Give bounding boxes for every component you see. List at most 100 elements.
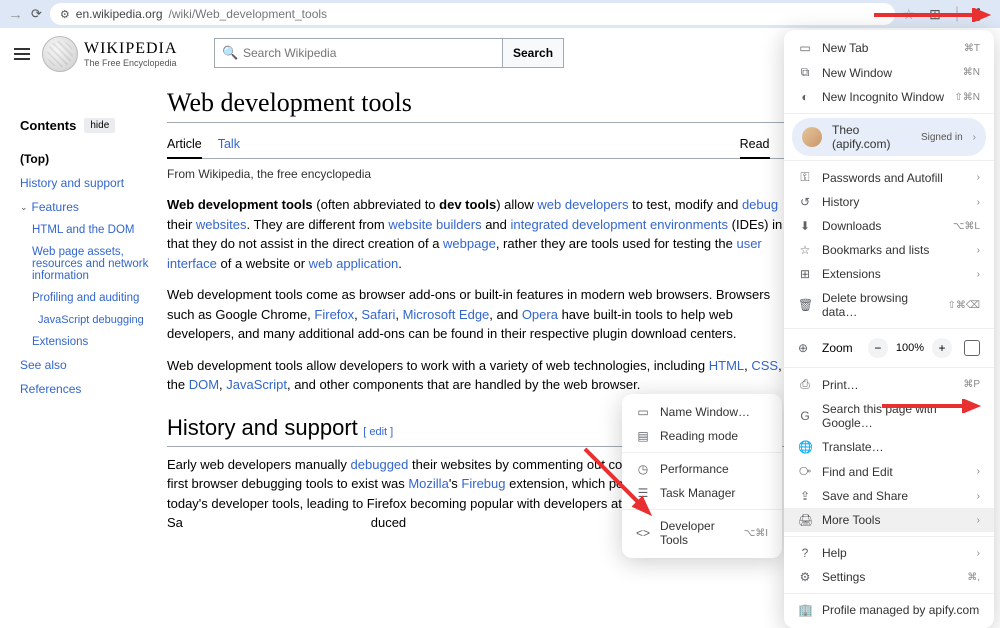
- para-1: Web development tools (often abbreviated…: [167, 195, 792, 273]
- edit-section-link[interactable]: [ edit ]: [363, 426, 393, 438]
- link-css[interactable]: CSS: [751, 358, 778, 373]
- menu-account[interactable]: Theo (apify.com) Signed in ›: [792, 118, 986, 156]
- chrome-main-menu: ▭New Tab⌘T ⧉New Window⌘N ◐New Incognito …: [784, 30, 994, 628]
- link-html[interactable]: HTML: [709, 358, 744, 373]
- toc-history[interactable]: History and support: [20, 171, 157, 195]
- share-icon: ⇪: [798, 489, 812, 503]
- toc-features[interactable]: ⌄ Features: [20, 195, 157, 219]
- link-webpage[interactable]: webpage: [443, 236, 496, 251]
- tab-read[interactable]: Read: [740, 131, 770, 159]
- menu-save-share[interactable]: ⇪Save and Share›: [784, 484, 994, 508]
- zoom-out-button[interactable]: −: [868, 338, 888, 358]
- link-mozilla[interactable]: Mozilla: [408, 476, 448, 491]
- tools-icon: 🖨: [798, 513, 812, 527]
- menu-zoom: ⊕Zoom − 100% +: [784, 333, 994, 363]
- menu-downloads[interactable]: ⬇Downloads⌥⌘L: [784, 214, 994, 238]
- fullscreen-icon[interactable]: [964, 340, 980, 356]
- url-domain: en.wikipedia.org: [76, 7, 163, 21]
- link-safari[interactable]: Safari: [361, 307, 395, 322]
- toc-top[interactable]: (Top): [20, 147, 157, 171]
- link-firefox[interactable]: Firefox: [314, 307, 354, 322]
- trash-icon: 🗑: [798, 298, 812, 312]
- puzzle-icon: ⊞: [798, 267, 812, 281]
- menu-translate[interactable]: 🌐Translate…: [784, 435, 994, 459]
- zoom-icon: ⊕: [798, 341, 812, 355]
- menu-more-tools[interactable]: 🖨More Tools›: [784, 508, 994, 532]
- find-icon: ⧂: [798, 464, 812, 479]
- chevron-down-icon: ⌄: [20, 202, 28, 213]
- link-js[interactable]: JavaScript: [226, 377, 287, 392]
- toc-jsdebug[interactable]: JavaScript debugging: [20, 309, 157, 331]
- menu-find[interactable]: ⧂Find and Edit›: [784, 459, 994, 484]
- key-icon: ⚿: [798, 170, 812, 185]
- help-icon: ?: [798, 546, 812, 560]
- link-webapp[interactable]: web application: [309, 256, 399, 271]
- url-bar[interactable]: ⚙ en.wikipedia.org/wiki/Web_development_…: [50, 3, 895, 25]
- wiki-tagline: The Free Encyclopedia: [84, 58, 177, 68]
- menu-bookmarks[interactable]: ☆Bookmarks and lists›: [784, 238, 994, 262]
- incognito-icon: ◐: [798, 90, 812, 104]
- history-icon: ↺: [798, 195, 812, 209]
- chevron-right-icon: ›: [973, 132, 976, 143]
- link-debugged[interactable]: debugged: [351, 457, 409, 472]
- window-icon: ⧉: [798, 65, 812, 80]
- browser-toolbar: → ⟳ ⚙ en.wikipedia.org/wiki/Web_developm…: [0, 0, 1000, 28]
- toc-sidebar: Contents hide (Top) History and support …: [0, 28, 165, 532]
- tab-icon: ▭: [798, 41, 812, 55]
- para-2: Web development tools come as browser ad…: [167, 285, 792, 344]
- print-icon: ⎙: [798, 377, 812, 392]
- menu-passwords[interactable]: ⚿Passwords and Autofill›: [784, 165, 994, 190]
- toc-assets[interactable]: Web page assets, resources and network i…: [20, 241, 157, 287]
- link-debug[interactable]: debug: [742, 197, 778, 212]
- link-firebug[interactable]: Firebug: [461, 476, 505, 491]
- toc-header: Contents: [20, 118, 76, 133]
- menu-settings[interactable]: ⚙Settings⌘,: [784, 565, 994, 589]
- link-dom[interactable]: DOM: [189, 377, 219, 392]
- link-websites[interactable]: websites: [196, 217, 247, 232]
- reload-icon[interactable]: ⟳: [31, 6, 42, 22]
- link-website-builders[interactable]: website builders: [388, 217, 481, 232]
- menu-help[interactable]: ?Help›: [784, 541, 994, 565]
- menu-delete-data[interactable]: 🗑Delete browsing data…⇧⌘⌫: [784, 286, 994, 324]
- tab-article[interactable]: Article: [167, 131, 202, 159]
- toc-extensions[interactable]: Extensions: [20, 331, 157, 353]
- link-edge[interactable]: Microsoft Edge: [403, 307, 490, 322]
- google-icon: G: [798, 409, 812, 423]
- zoom-in-button[interactable]: +: [932, 338, 952, 358]
- annotation-arrow-2: [882, 399, 982, 413]
- download-icon: ⬇: [798, 219, 812, 233]
- menu-extensions[interactable]: ⊞Extensions›: [784, 262, 994, 286]
- menu-history[interactable]: ↺History›: [784, 190, 994, 214]
- para-3: Web development tools allow developers t…: [167, 356, 792, 395]
- url-path: /wiki/Web_development_tools: [169, 7, 328, 21]
- menu-new-window[interactable]: ⧉New Window⌘N: [784, 60, 994, 85]
- toc-hide-button[interactable]: hide: [84, 118, 115, 133]
- link-web-developers[interactable]: web developers: [537, 197, 628, 212]
- wiki-logo[interactable]: Wikipedia The Free Encyclopedia: [42, 36, 177, 72]
- submenu-name-window[interactable]: ▭Name Window…: [622, 400, 782, 424]
- link-ide[interactable]: integrated development environments: [511, 217, 729, 232]
- translate-icon: 🌐: [798, 440, 812, 454]
- toc-html-dom[interactable]: HTML and the DOM: [20, 219, 157, 241]
- wiki-header: Wikipedia The Free Encyclopedia: [10, 36, 177, 72]
- hamburger-icon[interactable]: [10, 44, 34, 64]
- toc-references[interactable]: References: [20, 377, 157, 401]
- menu-profile-managed: 🏢Profile managed by apify.com: [784, 598, 994, 622]
- link-opera[interactable]: Opera: [522, 307, 558, 322]
- menu-new-tab[interactable]: ▭New Tab⌘T: [784, 36, 994, 60]
- site-settings-icon[interactable]: ⚙: [60, 8, 70, 21]
- forward-icon[interactable]: →: [8, 6, 23, 23]
- menu-incognito[interactable]: ◐New Incognito Window⇧⌘N: [784, 85, 994, 109]
- tab-talk[interactable]: Talk: [218, 131, 240, 158]
- menu-print[interactable]: ⎙Print…⌘P: [784, 372, 994, 397]
- window-icon: ▭: [636, 405, 650, 419]
- code-icon: <>: [636, 526, 650, 540]
- star-icon: ☆: [798, 243, 812, 257]
- toc-seealso[interactable]: See also: [20, 353, 157, 377]
- zoom-value: 100%: [896, 342, 924, 354]
- wiki-name: Wikipedia: [84, 40, 177, 58]
- annotation-arrow-3: [580, 444, 660, 524]
- avatar-icon: [802, 127, 822, 147]
- toc-profiling[interactable]: Profiling and auditing: [20, 287, 157, 309]
- building-icon: 🏢: [798, 603, 812, 617]
